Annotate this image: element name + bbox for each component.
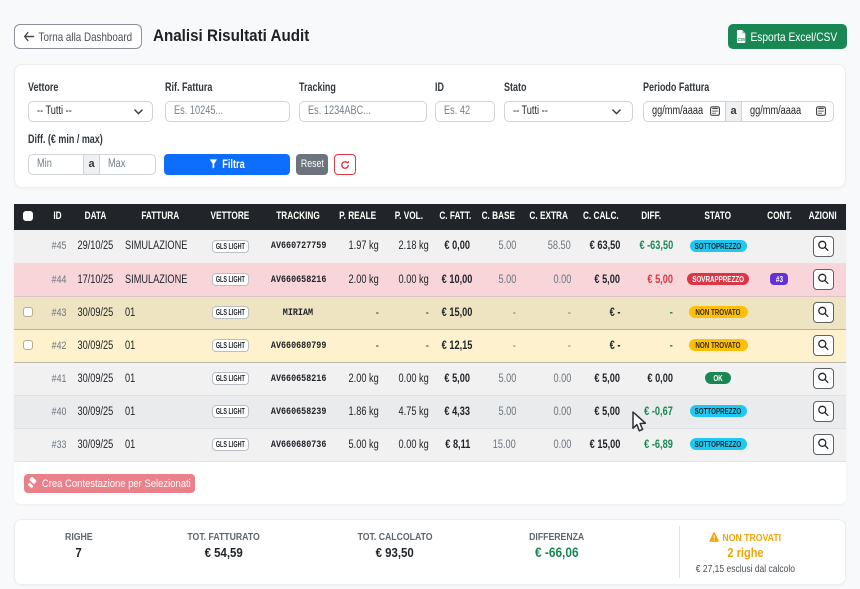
svg-text:CSV: CSV (738, 36, 746, 41)
